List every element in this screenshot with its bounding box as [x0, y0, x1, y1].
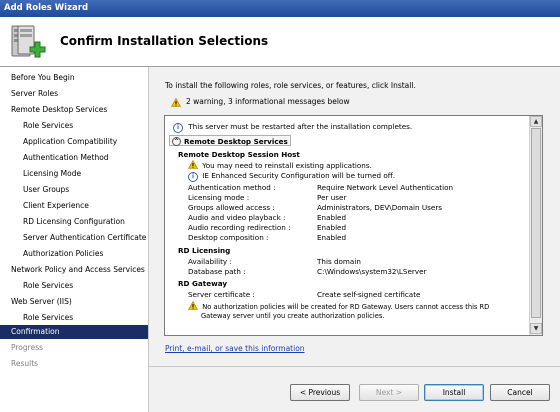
nav-item-authorization-policies[interactable]: Authorization Policies: [0, 247, 148, 261]
nav-item-progress: Progress: [11, 343, 44, 352]
prop-value: Enabled: [317, 213, 347, 222]
wizard-nav: Before You Begin Server Roles Remote Des…: [0, 67, 149, 412]
nav-item-rd-licensing-configuration[interactable]: RD Licensing Configuration: [0, 215, 148, 229]
prop-value: C:\Windows\system32\LServer: [317, 267, 427, 276]
nav-item-client-experience[interactable]: Client Experience: [0, 199, 148, 213]
main-panel: To install the following roles, role ser…: [149, 67, 560, 412]
rdsh-title: Remote Desktop Session Host: [178, 150, 300, 159]
nav-item-confirmation[interactable]: Confirmation: [0, 325, 148, 339]
nav-item-rds-role-services[interactable]: Role Services: [0, 119, 148, 133]
prop-value: Enabled: [317, 223, 347, 232]
nav-item-server-roles[interactable]: Server Roles: [0, 87, 148, 101]
scroll-up-button[interactable]: ▲: [530, 116, 542, 127]
nav-item-remote-desktop-services[interactable]: Remote Desktop Services: [0, 103, 148, 117]
rdgw-warning-line1: No authorization policies will be create…: [202, 303, 490, 311]
rdsh-warning-text: You may need to reinstall existing appli…: [202, 161, 372, 170]
prop-key: Server certificate :: [188, 290, 255, 299]
nav-item-iis-role-services[interactable]: Role Services: [0, 311, 148, 325]
confirmation-details-box[interactable]: i This server must be restarted after th…: [164, 115, 543, 336]
nav-item-network-policy-and-access-services[interactable]: Network Policy and Access Services: [0, 263, 148, 277]
info-icon: i: [188, 172, 198, 182]
details-content: i This server must be restarted after th…: [165, 116, 528, 335]
prop-value: Enabled: [317, 233, 347, 242]
rd-licensing-title: RD Licensing: [178, 246, 231, 255]
print-email-save-link[interactable]: Print, e-mail, or save this information: [165, 344, 305, 353]
nav-item-results: Results: [11, 359, 39, 368]
title-bar: Add Roles Wizard: [0, 0, 560, 17]
prop-value: This domain: [317, 257, 361, 266]
warning-summary: 2 warning, 3 informational messages belo…: [171, 97, 350, 107]
server-roles-add-icon: [9, 24, 47, 60]
rdgw-warning-line2: Gateway server until you create authoriz…: [201, 312, 385, 320]
prop-key: Audio recording redirection :: [188, 223, 291, 232]
intro-text: To install the following roles, role ser…: [165, 81, 416, 90]
prop-value: Per user: [317, 193, 347, 202]
next-button[interactable]: Next >: [359, 384, 419, 401]
nav-item-authentication-method[interactable]: Authentication Method: [0, 151, 148, 165]
page-title: Confirm Installation Selections: [60, 34, 269, 48]
window-title: Add Roles Wizard: [4, 3, 89, 13]
warning-icon: [187, 300, 199, 310]
warning-summary-text: 2 warning, 3 informational messages belo…: [186, 97, 350, 106]
prop-key: Groups allowed access :: [188, 203, 275, 212]
section-header-remote-desktop-services[interactable]: ^ Remote Desktop Services: [169, 135, 291, 146]
nav-item-npas-role-services[interactable]: Role Services: [0, 279, 148, 293]
prop-key: Availability :: [188, 257, 232, 266]
prop-key: Desktop composition :: [188, 233, 269, 242]
rdsh-warning-row: You may need to reinstall existing appli…: [187, 159, 372, 171]
section-title: Remote Desktop Services: [184, 137, 288, 146]
vertical-scrollbar[interactable]: ▲ ▼: [529, 116, 542, 335]
prop-value: Require Network Level Authentication: [317, 183, 454, 192]
rd-gateway-title: RD Gateway: [178, 279, 228, 288]
previous-button[interactable]: < Previous: [290, 384, 350, 401]
nav-item-licensing-mode[interactable]: Licensing Mode: [0, 167, 148, 181]
restart-info-text: This server must be restarted after the …: [188, 122, 413, 131]
wizard-header: Confirm Installation Selections: [0, 17, 560, 67]
nav-item-application-compatibility[interactable]: Application Compatibility: [0, 135, 148, 149]
prop-key: Licensing mode :: [188, 193, 250, 202]
collapse-icon[interactable]: ^: [172, 137, 181, 146]
nav-item-web-server-iis[interactable]: Web Server (IIS): [0, 295, 148, 309]
footer-divider: [149, 366, 560, 367]
info-icon: i: [173, 123, 183, 133]
scroll-thumb[interactable]: [531, 128, 541, 318]
prop-value: Administrators, DEV\Domain Users: [317, 203, 443, 212]
nav-item-server-authentication-certificate[interactable]: Server Authentication Certificate: [0, 231, 148, 245]
prop-key: Authentication method :: [188, 183, 276, 192]
prop-value: Create self-signed certificate: [317, 290, 421, 299]
restart-info-row: i This server must be restarted after th…: [173, 122, 412, 133]
cancel-button[interactable]: Cancel: [490, 384, 550, 401]
nav-item-user-groups[interactable]: User Groups: [0, 183, 148, 197]
scroll-down-button[interactable]: ▼: [530, 323, 542, 334]
prop-key: Database path :: [188, 267, 246, 276]
install-button[interactable]: Install: [424, 384, 484, 401]
prop-key: Audio and video playback :: [188, 213, 286, 222]
rdsh-info-text: IE Enhanced Security Configuration will …: [202, 171, 395, 180]
nav-item-before-you-begin[interactable]: Before You Begin: [0, 71, 148, 85]
warning-icon: [171, 98, 181, 107]
rdsh-info-row: i IE Enhanced Security Configuration wil…: [188, 171, 395, 182]
warning-icon: [187, 159, 199, 169]
